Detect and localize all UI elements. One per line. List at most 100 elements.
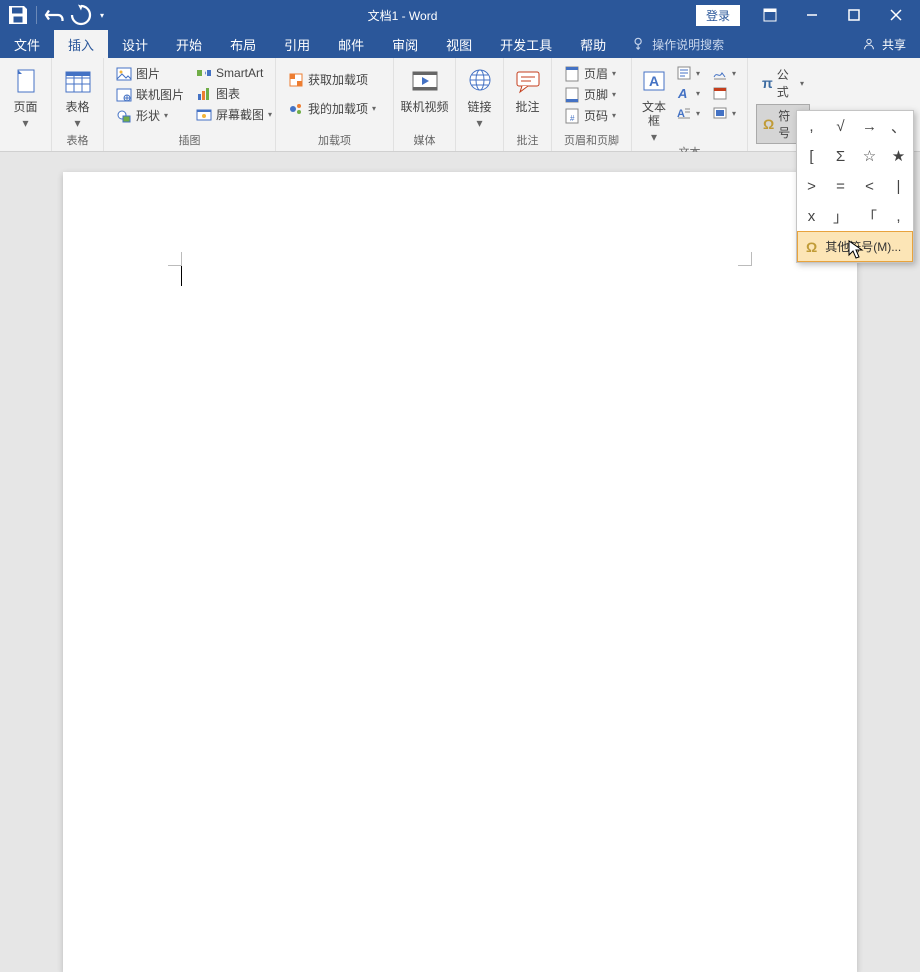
symbol-cell[interactable]: 、 — [884, 111, 913, 141]
group-tables: 表格 ▾ 表格 — [52, 58, 104, 151]
table-label: 表格 — [65, 100, 89, 114]
my-addins-button[interactable]: 我的加载项▾ — [284, 99, 380, 118]
symbol-cell[interactable]: Σ — [826, 141, 855, 171]
group-illustrations: 图片 联机图片 形状▾ SmartArt 图表 屏幕截图▾ 插图 — [104, 58, 276, 151]
pages-button[interactable]: 页面 ▾ — [6, 62, 45, 130]
comment-button[interactable]: 批注 — [510, 62, 545, 114]
quick-parts-button[interactable]: ▾ — [672, 64, 704, 82]
window-controls: 登录 — [696, 1, 920, 29]
omega-icon: Ω — [806, 239, 817, 255]
drop-cap-button[interactable]: A▾ — [672, 104, 704, 122]
symbol-cell[interactable]: , — [797, 111, 826, 141]
symbol-cell[interactable]: , — [884, 201, 913, 231]
textbox-button[interactable]: A 文本框 ▾ — [638, 62, 670, 144]
date-time-button[interactable] — [708, 84, 740, 102]
symbol-cell[interactable]: → — [855, 111, 884, 141]
links-button[interactable]: 链接 ▾ — [462, 62, 497, 130]
title-bar: ▾ 文档1 - Word 登录 — [0, 0, 920, 30]
document-page[interactable] — [63, 172, 857, 972]
svg-text:A: A — [677, 86, 687, 101]
tab-design[interactable]: 设计 — [108, 30, 162, 58]
symbol-cell[interactable]: 」 — [826, 201, 855, 231]
signature-line-button[interactable]: ▾ — [708, 64, 740, 82]
window-title: 文档1 - Word — [109, 7, 696, 24]
symbol-cell[interactable]: 「 — [855, 201, 884, 231]
ribbon-tabs: 文件 插入 设计 开始 布局 引用 邮件 审阅 视图 开发工具 帮助 操作说明搜… — [0, 30, 920, 58]
group-comments: 批注 批注 — [504, 58, 552, 151]
close-button[interactable] — [876, 1, 916, 29]
symbol-cell[interactable]: | — [884, 171, 913, 201]
group-media: 联机视频 媒体 — [394, 58, 456, 151]
group-addins-label: 加载项 — [276, 132, 393, 151]
symbol-cell[interactable]: < — [855, 171, 884, 201]
equation-button[interactable]: π 公式▾ — [756, 64, 810, 102]
group-comments-label: 批注 — [504, 132, 551, 151]
object-button[interactable]: ▾ — [708, 104, 740, 122]
symbol-cell[interactable]: x — [797, 201, 826, 231]
chevron-down-icon: ▾ — [74, 116, 80, 130]
group-pages: 页面 ▾ — [0, 58, 52, 151]
screenshot-button[interactable]: 屏幕截图▾ — [192, 105, 276, 124]
chevron-down-icon: ▾ — [22, 116, 28, 130]
table-button[interactable]: 表格 ▾ — [58, 62, 97, 130]
tab-help[interactable]: 帮助 — [566, 30, 620, 58]
text-cursor — [181, 266, 182, 286]
share-button[interactable]: 共享 — [848, 30, 920, 58]
group-illustrations-label: 插图 — [104, 132, 275, 151]
login-button[interactable]: 登录 — [696, 5, 740, 26]
pictures-button[interactable]: 图片 — [112, 64, 188, 83]
group-tables-label: 表格 — [52, 132, 103, 151]
margin-corner-top-right — [738, 252, 752, 266]
redo-button[interactable] — [69, 3, 93, 27]
pi-icon: π — [762, 75, 773, 91]
svg-text:#: # — [570, 114, 575, 123]
undo-button[interactable] — [43, 3, 67, 27]
tab-layout[interactable]: 布局 — [216, 30, 270, 58]
group-addins: 获取加载项 我的加载项▾ 加载项 — [276, 58, 394, 151]
margin-corner-top-left — [168, 252, 182, 266]
footer-button[interactable]: 页脚▾ — [560, 85, 620, 104]
tab-file[interactable]: 文件 — [0, 30, 54, 58]
group-links: 链接 ▾ — [456, 58, 504, 151]
group-media-label: 媒体 — [394, 132, 455, 151]
more-symbols-button[interactable]: Ω 其他符号(M)... — [797, 231, 913, 262]
header-button[interactable]: 页眉▾ — [560, 64, 620, 83]
tab-developer[interactable]: 开发工具 — [486, 30, 566, 58]
qat-customize-dropdown[interactable]: ▾ — [95, 3, 109, 27]
wordart-button[interactable]: A▾ — [672, 84, 704, 102]
tab-insert[interactable]: 插入 — [54, 30, 108, 58]
minimize-button[interactable] — [792, 1, 832, 29]
tab-references[interactable]: 引用 — [270, 30, 324, 58]
tab-review[interactable]: 审阅 — [378, 30, 432, 58]
online-pictures-button[interactable]: 联机图片 — [112, 85, 188, 104]
share-label: 共享 — [882, 36, 906, 53]
symbol-cell[interactable]: > — [797, 171, 826, 201]
shapes-button[interactable]: 形状▾ — [112, 106, 188, 125]
tell-me-label: 操作说明搜索 — [652, 36, 724, 53]
document-area[interactable] — [0, 152, 920, 608]
symbol-cell[interactable]: √ — [826, 111, 855, 141]
symbol-cell[interactable]: = — [826, 171, 855, 201]
svg-text:A: A — [649, 73, 659, 89]
tab-mailings[interactable]: 邮件 — [324, 30, 378, 58]
online-video-button[interactable]: 联机视频 — [400, 62, 449, 114]
symbol-dropdown-popup: ,√→、[Σ☆★>=<|x」「, Ω 其他符号(M)... — [796, 110, 914, 263]
tab-home[interactable]: 开始 — [162, 30, 216, 58]
ribbon-display-options-button[interactable] — [750, 1, 790, 29]
get-addins-button[interactable]: 获取加载项 — [284, 70, 380, 89]
tab-view[interactable]: 视图 — [432, 30, 486, 58]
smartart-button[interactable]: SmartArt — [192, 64, 276, 82]
symbol-cell[interactable]: ☆ — [855, 141, 884, 171]
group-headerfooter-label: 页眉和页脚 — [552, 132, 631, 151]
symbol-cell[interactable]: [ — [797, 141, 826, 171]
qat-separator — [36, 6, 37, 24]
chart-button[interactable]: 图表 — [192, 84, 276, 103]
page-number-button[interactable]: #页码▾ — [560, 106, 620, 125]
tell-me-search[interactable]: 操作说明搜索 — [620, 30, 736, 58]
maximize-button[interactable] — [834, 1, 874, 29]
group-text: A 文本框 ▾ ▾ A▾ A▾ ▾ ▾ 文本 — [632, 58, 748, 151]
quick-access-toolbar: ▾ — [0, 3, 109, 27]
symbol-cell[interactable]: ★ — [884, 141, 913, 171]
pages-label: 页面 — [13, 100, 37, 114]
save-button[interactable] — [6, 3, 30, 27]
